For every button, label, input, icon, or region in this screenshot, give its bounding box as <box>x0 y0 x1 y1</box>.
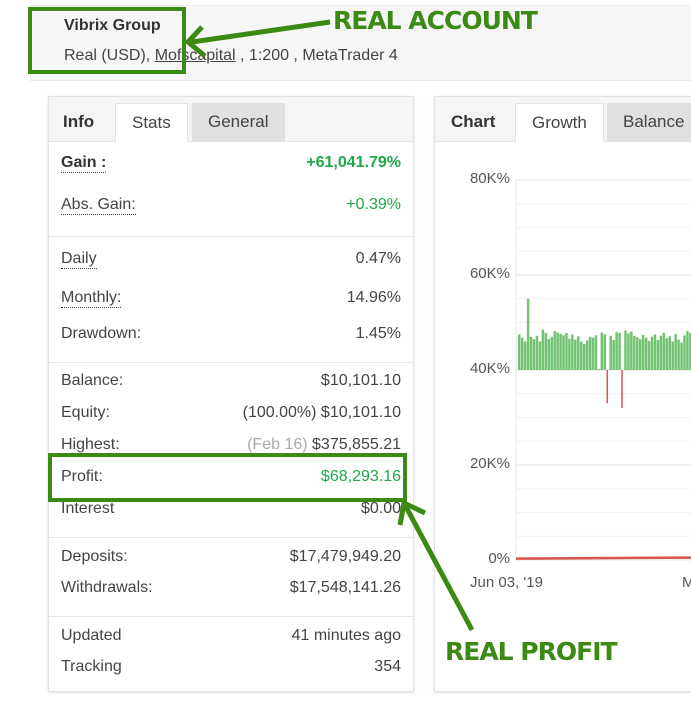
bar-up <box>574 339 577 370</box>
bar-down <box>606 370 609 404</box>
annotation-real-profit: REAL PROFIT <box>445 637 618 666</box>
bar-up <box>562 335 565 370</box>
bar-up <box>630 331 633 370</box>
bar-up <box>565 332 568 370</box>
bar-up <box>544 332 548 370</box>
bar-up <box>674 333 677 370</box>
growth-chart <box>515 179 691 561</box>
bar-up <box>571 334 574 370</box>
bar-up <box>556 332 559 370</box>
bar-up <box>612 340 615 370</box>
bar-up <box>579 341 583 370</box>
bar-up <box>600 332 604 370</box>
bar-up <box>520 337 524 370</box>
annotation-real-account: REAL ACCOUNT <box>333 6 538 35</box>
bar-up <box>627 333 630 370</box>
bar-up <box>532 339 536 370</box>
bar-up <box>662 332 666 370</box>
bar-up <box>582 343 586 370</box>
bar-up <box>568 338 571 370</box>
bar-up <box>547 339 551 370</box>
bar-up <box>541 329 545 370</box>
bar-up <box>559 333 562 370</box>
bar-up <box>656 340 660 370</box>
bar-up <box>647 341 651 370</box>
bar-up <box>633 335 636 370</box>
bar-up <box>588 336 592 370</box>
bar-up <box>594 335 598 370</box>
bar-up <box>668 336 671 370</box>
bar-up <box>618 332 621 370</box>
bar-up <box>636 337 639 370</box>
bar-up <box>653 334 657 370</box>
bar-up <box>523 341 527 370</box>
bar-up <box>624 330 627 370</box>
bar-down <box>621 370 623 408</box>
bar-up <box>603 334 607 370</box>
bar-up <box>671 341 674 370</box>
bar-up <box>659 335 663 370</box>
bar-up <box>550 336 553 370</box>
bar-up <box>553 331 556 370</box>
bar-up <box>615 332 618 370</box>
bar-up <box>518 334 521 370</box>
bar-up <box>641 334 645 370</box>
bar-up <box>644 337 648 370</box>
bar-up <box>538 341 542 370</box>
bar-up <box>597 369 601 371</box>
bar-up <box>686 331 689 370</box>
bar-up <box>665 338 669 370</box>
bar-up <box>677 339 680 370</box>
bar-up <box>638 339 642 370</box>
bar-up <box>609 335 612 370</box>
bar-up <box>526 298 530 370</box>
bar-up <box>683 335 686 370</box>
bar-up <box>650 336 654 370</box>
bar-up <box>535 335 539 370</box>
bar-up <box>680 342 683 370</box>
bar-up <box>529 336 533 370</box>
bar-up <box>585 340 589 370</box>
bar-up <box>591 337 595 370</box>
bar-up <box>577 336 580 370</box>
growth-line <box>515 556 691 560</box>
